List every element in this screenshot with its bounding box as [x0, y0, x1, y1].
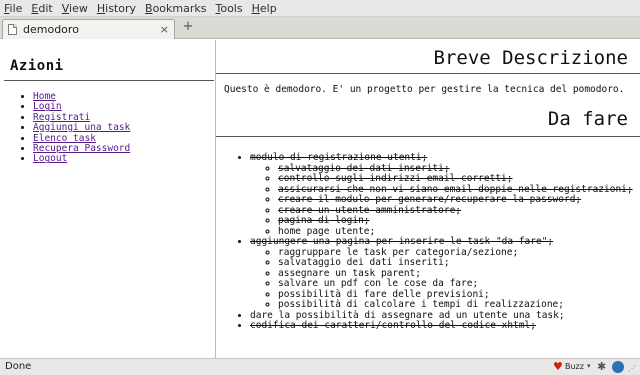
- mozilla-icon[interactable]: [612, 361, 624, 373]
- list-item: modulo di registrazione utenti; salvatag…: [250, 152, 633, 237]
- buzz-label[interactable]: Buzz: [565, 362, 584, 371]
- sidebar-divider: [4, 80, 214, 81]
- link-elenco-task[interactable]: Elenco task: [33, 133, 96, 144]
- link-logout[interactable]: Logout: [33, 153, 67, 164]
- link-home[interactable]: Home: [33, 91, 56, 102]
- heading-divider: [216, 73, 640, 74]
- page-icon: [8, 24, 17, 35]
- link-aggiungi-task[interactable]: Aggiungi una task: [33, 122, 130, 133]
- todo-text: salvare un pdf con le cose da fare;: [278, 278, 479, 289]
- todo-text: creare un utente amministratore;: [278, 204, 462, 216]
- page-content: Azioni Home Login Registrati Aggiungi un…: [0, 40, 640, 358]
- browser-tab[interactable]: demodoro ×: [2, 19, 175, 39]
- heading-description: Breve Descrizione: [433, 47, 628, 69]
- todo-text: creare il modulo per generare/recuperare…: [278, 194, 582, 205]
- todo-text: codifica dei caratteri/controllo del cod…: [250, 320, 536, 331]
- status-bar: Done ♥ Buzz ▾ ✱ ⋰: [0, 358, 640, 375]
- heart-icon[interactable]: ♥: [553, 360, 563, 373]
- resize-grip-icon[interactable]: ⋰: [628, 364, 636, 373]
- menu-history[interactable]: History: [97, 2, 136, 15]
- menu-help[interactable]: Help: [252, 2, 277, 15]
- menu-tools[interactable]: Tools: [215, 2, 242, 15]
- tab-strip: demodoro × +: [0, 17, 640, 39]
- todo-text: modulo di registrazione utenti;: [250, 152, 428, 163]
- todo-text: salvataggio dei dati inseriti;: [278, 162, 450, 174]
- sidebar-title: Azioni: [10, 58, 64, 74]
- new-tab-icon[interactable]: +: [181, 20, 195, 34]
- menu-file[interactable]: File: [4, 2, 22, 15]
- menu-bar: File Edit View History Bookmarks Tools H…: [0, 0, 640, 17]
- menu-view[interactable]: View: [62, 2, 88, 15]
- column-divider: [215, 40, 216, 358]
- link-recupera-password[interactable]: Recupera Password: [33, 143, 130, 154]
- list-item: codifica dei caratteri/controllo del cod…: [250, 320, 633, 332]
- chevron-down-icon[interactable]: ▾: [587, 362, 591, 370]
- close-tab-icon[interactable]: ×: [160, 23, 169, 36]
- todo-list: modulo di registrazione utenti; salvatag…: [250, 152, 633, 332]
- todo-text: possibilità di calcolare i tempi di real…: [278, 299, 564, 310]
- todo-text: dare la possibilità di assegnare ad un u…: [250, 309, 565, 321]
- menu-edit[interactable]: Edit: [31, 2, 52, 15]
- gear-icon[interactable]: ✱: [597, 360, 606, 373]
- sidebar-links: Home Login Registrati Aggiungi una task …: [33, 91, 130, 165]
- todo-text: controllo sugli indirizzi email corretti…: [278, 173, 513, 184]
- todo-text: possibilità di fare delle previsioni;: [278, 288, 490, 300]
- list-item: Logout: [33, 154, 130, 164]
- link-registrati[interactable]: Registrati: [33, 112, 90, 123]
- tab-title: demodoro: [23, 23, 79, 36]
- heading-divider: [216, 136, 640, 137]
- todo-text: pagina di login;: [278, 215, 370, 226]
- menu-bookmarks[interactable]: Bookmarks: [145, 2, 206, 15]
- todo-text: salvataggio dei dati inseriti;: [278, 257, 450, 268]
- todo-text: aggiungere una pagina per inserire le ta…: [250, 236, 554, 247]
- link-login[interactable]: Login: [33, 101, 62, 112]
- todo-text: assegnare un task parent;: [278, 267, 421, 279]
- list-item: aggiungere una pagina per inserire le ta…: [250, 236, 633, 311]
- heading-todo: Da fare: [547, 108, 628, 130]
- todo-text: home page utente;: [278, 225, 376, 237]
- todo-text: raggruppare le task per categoria/sezion…: [278, 246, 519, 258]
- status-text: Done: [5, 361, 32, 372]
- todo-text: assicurarsi che non vi siano email doppi…: [278, 183, 633, 195]
- description-text: Questo è demodoro. E' un progetto per ge…: [224, 84, 625, 95]
